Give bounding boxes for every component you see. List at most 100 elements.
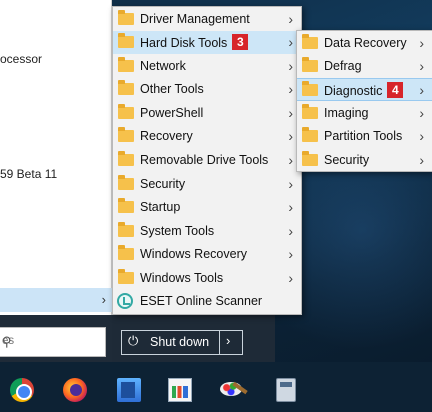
folder-icon — [118, 198, 134, 213]
folder-icon — [118, 175, 134, 190]
menu-item-system-tools[interactable]: System Tools › — [113, 220, 301, 243]
menu-item-other-tools[interactable]: Other Tools › — [113, 78, 301, 101]
folder-icon — [118, 57, 134, 72]
menu-item-network[interactable]: Network › — [113, 55, 301, 78]
folder-icon — [302, 104, 318, 119]
chevron-right-icon: › — [288, 105, 293, 121]
menu-item-label: Network — [140, 59, 186, 73]
menu-item-windows-recovery[interactable]: Windows Recovery › — [113, 243, 301, 266]
chevron-right-icon: › — [288, 81, 293, 97]
menu-item-eset-online-scanner[interactable]: ESET Online Scanner — [113, 290, 301, 313]
menu-item-label: Partition Tools — [324, 129, 403, 143]
menu-item-label: System Tools — [140, 224, 215, 238]
menu-item-defrag[interactable]: Defrag › — [297, 55, 432, 78]
chevron-right-icon: › — [419, 82, 424, 98]
menu-item-label: Windows Recovery — [140, 247, 247, 261]
folder-icon — [118, 269, 134, 284]
menu-item-label: Diagnostic — [324, 84, 383, 98]
chevron-right-icon: › — [288, 176, 293, 192]
start-menu-entry[interactable]: ocessor — [0, 52, 42, 66]
firefox-icon[interactable] — [63, 378, 87, 402]
step-badge: 3 — [232, 34, 249, 50]
folder-icon — [118, 245, 134, 260]
menu-item-diagnostic[interactable]: Diagnostic 4 › — [297, 78, 432, 101]
chevron-right-icon: › — [288, 128, 293, 144]
menu-item-startup[interactable]: Startup › — [113, 196, 301, 219]
menu-item-label: ESET Online Scanner — [140, 294, 263, 308]
chevron-right-icon: › — [419, 105, 424, 121]
folder-icon — [118, 222, 134, 237]
folder-icon — [118, 10, 134, 25]
power-icon: ⏻ — [128, 333, 139, 348]
chevron-right-icon: › — [288, 34, 293, 50]
menu-item-hard-disk-tools[interactable]: Hard Disk Tools 3 › — [113, 31, 301, 54]
menu-item-label-wrap: Diagnostic 4 — [324, 82, 404, 99]
chevron-right-icon: › — [288, 199, 293, 215]
chevron-right-icon: › — [288, 152, 293, 168]
search-box[interactable]: es ⚲ — [0, 327, 106, 357]
menu-item-imaging[interactable]: Imaging › — [297, 102, 432, 125]
cascade-menu-level-1: Driver Management › Hard Disk Tools 3 › N… — [112, 6, 302, 315]
menu-item-removable-drive-tools[interactable]: Removable Drive Tools › — [113, 149, 301, 172]
menu-item-label: Security — [324, 153, 370, 167]
menu-item-label: Windows Tools — [140, 271, 224, 285]
chevron-right-icon: › — [288, 58, 293, 74]
chevron-right-icon: › — [288, 223, 293, 239]
folder-icon — [118, 127, 134, 142]
eset-scanner-icon — [117, 293, 133, 309]
folder-icon — [118, 80, 134, 95]
start-menu-app-list: ocessor 59 Beta 11 › — [0, 0, 112, 315]
chevron-right-icon: › — [101, 292, 106, 307]
folder-icon — [118, 151, 134, 166]
chevron-right-icon: › — [419, 128, 424, 144]
menu-item-label: Recovery — [140, 129, 193, 143]
menu-item-security[interactable]: Security › — [113, 173, 301, 196]
folder-icon — [302, 57, 318, 72]
menu-item-powershell[interactable]: PowerShell › — [113, 102, 301, 125]
search-icon: ⚲ — [2, 334, 12, 349]
menu-item-data-recovery[interactable]: Data Recovery › — [297, 32, 432, 55]
menu-item-label: Data Recovery — [324, 36, 407, 50]
chevron-right-icon: › — [288, 270, 293, 286]
chevron-right-icon: › — [419, 35, 424, 51]
start-menu-entry[interactable]: 59 Beta 11 — [0, 167, 57, 181]
chrome-icon[interactable] — [10, 378, 34, 402]
folder-icon — [118, 104, 134, 119]
menu-item-recovery[interactable]: Recovery › — [113, 125, 301, 148]
menu-item-windows-tools[interactable]: Windows Tools › — [113, 267, 301, 290]
chevron-right-icon: › — [419, 58, 424, 74]
folder-icon — [118, 33, 134, 48]
menu-item-label: Defrag — [324, 59, 362, 73]
menu-item-label-wrap: Hard Disk Tools 3 — [140, 34, 249, 51]
folder-icon — [302, 151, 318, 166]
chart-app-icon[interactable] — [168, 378, 192, 402]
menu-item-label: Hard Disk Tools — [140, 36, 228, 50]
menu-item-label: Driver Management — [140, 12, 250, 26]
folder-icon — [302, 81, 318, 96]
shutdown-button[interactable]: ⏻ Shut down › — [121, 330, 243, 355]
menu-item-label: Security — [140, 177, 186, 191]
menu-item-label: Other Tools — [140, 82, 204, 96]
menu-item-driver-management[interactable]: Driver Management › — [113, 8, 301, 31]
paint-icon[interactable] — [218, 378, 248, 402]
menu-item-label: Startup — [140, 200, 181, 214]
start-menu-selected-entry[interactable]: › — [0, 288, 112, 312]
shutdown-label: Shut down — [150, 335, 210, 349]
divider — [219, 331, 220, 354]
folder-icon — [302, 34, 318, 49]
taskbar — [0, 362, 432, 412]
menu-item-partition-tools[interactable]: Partition Tools › — [297, 125, 432, 148]
menu-item-security[interactable]: Security › — [297, 149, 432, 172]
folder-icon — [302, 127, 318, 142]
menu-item-label: Removable Drive Tools — [140, 153, 269, 167]
cascade-menu-level-2: Data Recovery › Defrag › Diagnostic 4 › I… — [296, 30, 432, 172]
chevron-right-icon[interactable]: › — [226, 333, 230, 348]
chevron-right-icon: › — [419, 152, 424, 168]
chevron-right-icon: › — [288, 246, 293, 262]
start-menu: ocessor 59 Beta 11 › es ⚲ — [0, 0, 112, 362]
menu-item-label: PowerShell — [140, 106, 204, 120]
calculator-icon[interactable] — [276, 378, 296, 402]
step-badge: 4 — [387, 82, 404, 98]
chevron-right-icon: › — [288, 11, 293, 27]
notes-icon[interactable] — [117, 378, 141, 402]
